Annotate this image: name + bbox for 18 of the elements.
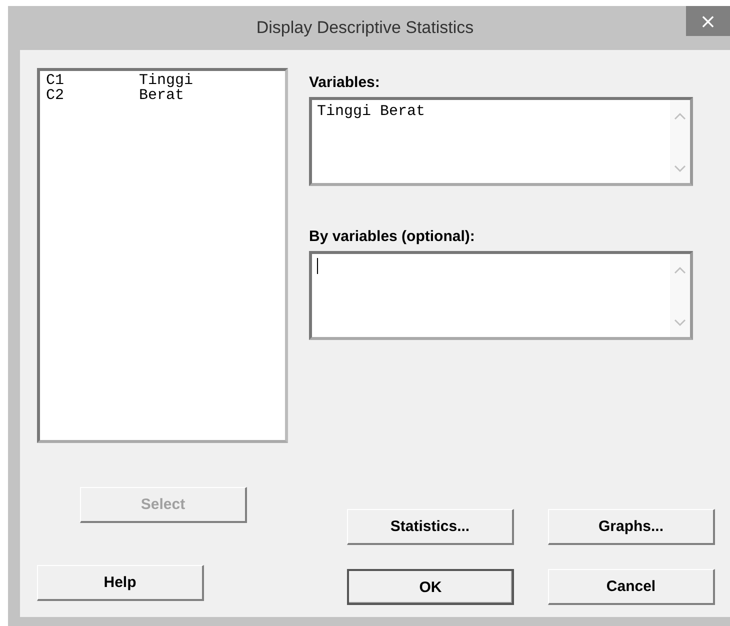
ok-button[interactable]: OK: [347, 569, 514, 605]
close-button[interactable]: ×: [686, 6, 730, 36]
window-title: Display Descriptive Statistics: [256, 18, 474, 38]
list-item[interactable]: C2 Berat: [46, 88, 279, 103]
scroll-up-icon[interactable]: [674, 266, 686, 274]
scroll-down-icon[interactable]: [674, 319, 686, 327]
field-label: Variables:: [309, 74, 380, 91]
scroll-down-icon[interactable]: [674, 165, 686, 173]
field-label: By variables (optional):: [309, 228, 475, 245]
statistics-button[interactable]: Statistics...: [347, 509, 514, 545]
scroll-up-icon[interactable]: [674, 112, 686, 120]
text-field[interactable]: [309, 251, 693, 340]
column-list[interactable]: C1 Tinggi C2 Berat: [37, 68, 288, 443]
list-item[interactable]: C1 Tinggi: [46, 73, 279, 88]
graphs-button[interactable]: Graphs...: [548, 509, 715, 545]
help-button[interactable]: Help: [37, 565, 204, 601]
cancel-button[interactable]: Cancel: [548, 569, 715, 605]
text-field[interactable]: Tinggi Berat: [309, 97, 693, 186]
